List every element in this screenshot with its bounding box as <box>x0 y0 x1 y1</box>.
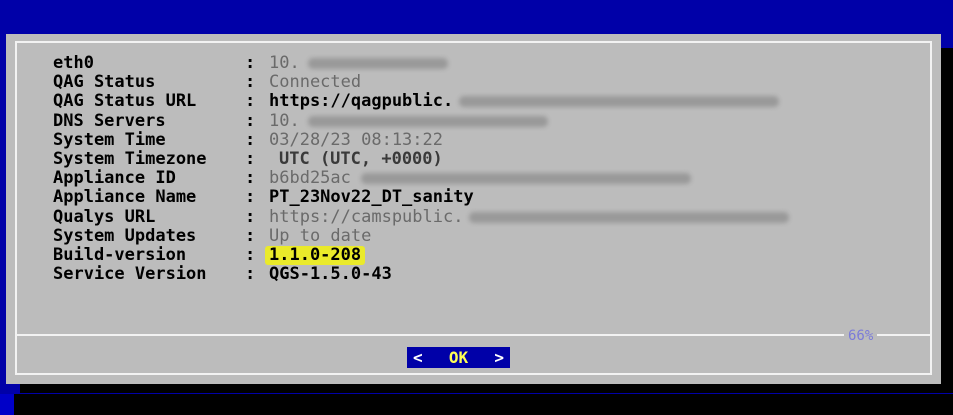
separator: : <box>245 225 256 246</box>
info-label: System Time <box>53 129 166 150</box>
bottom-bar <box>0 394 953 415</box>
info-value: 10. <box>269 110 548 131</box>
info-value: 1.1.0-208 <box>265 245 366 266</box>
info-value-text: UTC (UTC, +0000) <box>279 148 443 169</box>
info-value-text: b6bd25ac <box>269 168 351 189</box>
info-label: QAG Status <box>53 72 156 93</box>
info-label: QAG Status URL <box>53 91 197 112</box>
info-value: 03/28/23 08:13:22 <box>269 129 443 150</box>
separator: : <box>245 264 256 285</box>
info-value-text: https://camspublic. <box>269 206 464 227</box>
info-row-qag-status: QAG Status : Connected <box>53 72 789 93</box>
separator: : <box>245 110 256 131</box>
info-row-system-time: System Time : 03/28/23 08:13:22 <box>53 129 789 150</box>
info-row-service-version: Service Version : QGS-1.5.0-43 <box>53 264 789 285</box>
info-dialog: eth0 : 10. QAG Status : Connected QAG St… <box>6 34 941 384</box>
redacted-blur <box>360 173 691 185</box>
info-value: 10. <box>269 53 448 73</box>
separator: : <box>245 91 256 112</box>
redacted-blur <box>459 96 780 108</box>
separator: : <box>245 129 256 150</box>
redacted-blur <box>469 211 790 223</box>
build-version-highlight: 1.1.0-208 <box>265 245 366 266</box>
ok-button-label: OK <box>448 348 469 367</box>
info-value: UTC (UTC, +0000) <box>269 148 443 169</box>
info-row-system-timezone: System Timezone : UTC (UTC, +0000) <box>53 148 789 169</box>
redacted-blur <box>307 58 448 69</box>
right-arrow-icon: > <box>494 348 504 367</box>
info-row-system-updates: System Updates : Up to date <box>53 225 789 246</box>
info-value-text: https://qagpublic. <box>269 91 454 112</box>
info-label: eth0 <box>53 53 94 73</box>
separator: : <box>245 53 256 73</box>
info-label: Appliance Name <box>53 187 197 208</box>
separator: : <box>245 187 256 208</box>
info-value-text: PT_23Nov22_DT_sanity <box>269 187 474 208</box>
info-value-text: QGS-1.5.0-43 <box>269 264 392 285</box>
separator: : <box>245 148 256 169</box>
info-value-text: 10. <box>269 53 300 73</box>
info-value: Connected <box>269 72 362 93</box>
info-label: Qualys URL <box>53 206 156 227</box>
info-row-eth0: eth0 : 10. <box>53 53 789 73</box>
cursor-block <box>0 394 14 415</box>
redacted-blur <box>307 115 548 127</box>
info-list: eth0 : 10. QAG Status : Connected QAG St… <box>53 53 790 285</box>
info-value: QGS-1.5.0-43 <box>269 264 392 285</box>
info-value-text: 03/28/23 08:13:22 <box>269 129 443 150</box>
separator: : <box>245 206 256 227</box>
info-label: Appliance ID <box>53 168 176 189</box>
info-row-appliance-id: Appliance ID : b6bd25ac <box>53 168 789 189</box>
info-value: https://camspublic. <box>269 206 790 227</box>
info-label: DNS Servers <box>53 110 166 131</box>
left-arrow-icon: < <box>413 348 423 367</box>
info-row-qualys-url: Qualys URL : https://camspublic. <box>53 206 790 227</box>
info-label: Build-version <box>53 244 187 265</box>
ok-button[interactable]: < OK > <box>407 347 510 368</box>
info-label: Service Version <box>53 264 207 285</box>
info-value: b6bd25ac <box>269 168 691 189</box>
info-label: System Timezone <box>53 148 207 169</box>
info-value-text: 10. <box>269 110 300 131</box>
button-divider <box>15 334 932 336</box>
separator: : <box>245 72 256 93</box>
separator: : <box>245 168 256 189</box>
info-row-appliance-name: Appliance Name : PT_23Nov22_DT_sanity <box>53 188 789 207</box>
info-label: System Updates <box>53 225 197 246</box>
info-value: Up to date <box>269 225 372 246</box>
info-row-build-version: Build-version : 1.1.0-208 <box>53 244 789 266</box>
info-value-text: Up to date <box>269 225 372 246</box>
scroll-progress: 66% <box>844 328 878 344</box>
info-value-text: Connected <box>269 72 362 93</box>
info-value: PT_23Nov22_DT_sanity <box>269 188 474 207</box>
info-value: https://qagpublic. <box>269 91 780 112</box>
info-row-qag-status-url: QAG Status URL : https://qagpublic. <box>53 92 789 111</box>
info-row-dns-servers: DNS Servers : 10. <box>53 110 789 131</box>
